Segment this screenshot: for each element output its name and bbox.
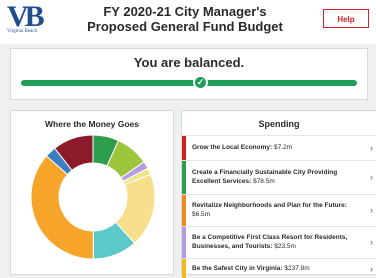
- spending-card: Spending Grow the Local Economy: $7.2m ›…: [181, 110, 376, 278]
- spending-item-label: Grow the Local Economy:: [192, 144, 273, 151]
- spending-item-safety[interactable]: Be the Safest City in Virginia: $237.8m …: [182, 258, 376, 278]
- spending-item-color: [182, 195, 186, 226]
- spending-item-color: [182, 259, 186, 278]
- logo-subtitle: Virginia Beach: [7, 29, 38, 34]
- spending-item-neighborhoods[interactable]: Revitalize Neighborhoods and Plan for th…: [182, 194, 376, 226]
- chevron-right-icon: ›: [370, 264, 373, 274]
- balance-bar: [21, 80, 357, 86]
- donut-slice[interactable]: [30, 155, 94, 260]
- spending-item-label: Revitalize Neighborhoods and Plan for th…: [192, 202, 347, 209]
- page-title-line1: FY 2020-21 City Manager's: [103, 4, 267, 19]
- spending-item-financial[interactable]: Create a Financially Sustainable City Pr…: [182, 160, 376, 194]
- where-money-goes-card: Where the Money Goes: [10, 110, 174, 275]
- balance-card: You are balanced. ✓: [10, 48, 368, 100]
- where-money-goes-title: Where the Money Goes: [45, 119, 139, 129]
- spending-item-color: [182, 136, 186, 160]
- city-logo: VB Virginia Beach: [4, 0, 48, 40]
- spending-item-amount: $6.5m: [192, 210, 211, 218]
- spending-item-economy[interactable]: Grow the Local Economy: $7.2m ›: [182, 135, 376, 160]
- spending-item-amount: $78.5m: [253, 177, 275, 185]
- header-bar: VB Virginia Beach FY 2020-21 City Manage…: [0, 0, 376, 44]
- page-title: FY 2020-21 City Manager's Proposed Gener…: [60, 4, 310, 34]
- chevron-right-icon: ›: [370, 172, 373, 182]
- chevron-right-icon: ›: [370, 143, 373, 153]
- chevron-right-icon: ›: [370, 205, 373, 215]
- spending-item-color: [182, 227, 186, 258]
- spending-item-amount: $237.8m: [284, 265, 310, 272]
- spending-item-color: [182, 161, 186, 194]
- spending-item-amount: $7.2m: [274, 144, 293, 151]
- spending-item-amount: $23.5m: [274, 242, 296, 250]
- help-button[interactable]: Help: [323, 9, 369, 28]
- checkmark-icon: ✓: [193, 75, 208, 90]
- balance-message: You are balanced.: [133, 55, 245, 70]
- page-title-line2: Proposed General Fund Budget: [87, 19, 283, 34]
- budget-donut-chart: [30, 134, 156, 260]
- spending-item-resort[interactable]: Be a Competitive First Class Resort for …: [182, 226, 376, 258]
- spending-item-label: Be a Competitive First Class Resort for …: [192, 234, 348, 250]
- chevron-right-icon: ›: [370, 237, 373, 247]
- spending-title: Spending: [258, 119, 300, 129]
- spending-item-label: Be the Safest City in Virginia:: [192, 265, 283, 272]
